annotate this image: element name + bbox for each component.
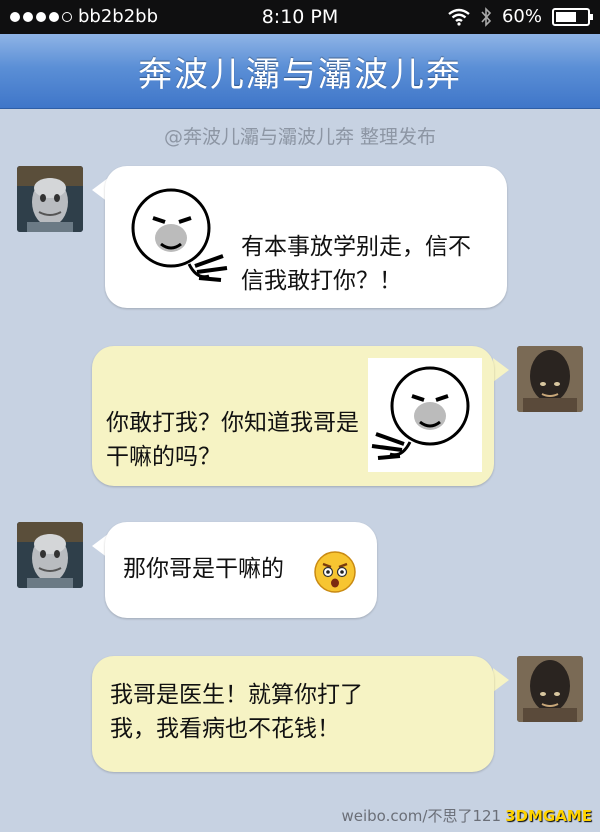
battery-percent: 60% [501, 6, 542, 27]
byline: @奔波儿灞与灞波儿奔 整理发布 [163, 126, 437, 148]
avatar-fish-demon-icon [17, 166, 83, 232]
chat-bubble-left: 那你哥是干嘛的 [105, 522, 377, 618]
watermark-text: weibo.com/不思了121 [341, 807, 502, 825]
brand-logo: 3DMGAME [505, 807, 592, 825]
title-bar: 奔波儿灞与灞波儿奔 [0, 34, 600, 109]
avatar-dark-demon-icon [517, 346, 583, 412]
meme-sticker [117, 180, 233, 296]
status-right: 60% [448, 6, 593, 27]
avatar[interactable] [17, 522, 83, 588]
watermark: weibo.com/不思了121 3DMGAME [341, 805, 592, 826]
avatar[interactable] [17, 166, 83, 232]
message-text: 那你哥是干嘛的 [123, 556, 284, 582]
bubble-tail [493, 668, 509, 692]
bluetooth-icon [481, 6, 492, 27]
avatar[interactable] [517, 346, 583, 412]
meme-sticker [368, 358, 482, 472]
chat-bubble-left: 有本事放学别走，信不信我敢打你？！ [105, 166, 507, 308]
chat-bubble-right: 我哥是医生！就算你打了我，我看病也不花钱！ [92, 656, 494, 772]
wifi-icon [448, 8, 470, 26]
battery-icon [552, 7, 593, 26]
message-text: 有本事放学别走，信不信我敢打你？！ [241, 234, 471, 294]
status-bar: bb2b2bb 8:10 PM 60% [0, 0, 600, 34]
shocked-face-emoji-icon [314, 551, 356, 593]
bubble-tail [493, 358, 509, 382]
message-text: 我哥是医生！就算你打了我，我看病也不花钱！ [110, 682, 363, 742]
chat-bubble-right: 你敢打我？你知道我哥是干嘛的吗？ [92, 346, 494, 486]
avatar-dark-demon-icon [517, 656, 583, 722]
meme-face-pointing-icon [371, 366, 470, 460]
avatar-fish-demon-icon [17, 522, 83, 588]
message-text: 你敢打我？你知道我哥是干嘛的吗？ [106, 410, 359, 470]
meme-face-pointing-icon [131, 188, 228, 282]
avatar[interactable] [517, 656, 583, 722]
page-title: 奔波儿灞与灞波儿奔 [138, 54, 462, 95]
